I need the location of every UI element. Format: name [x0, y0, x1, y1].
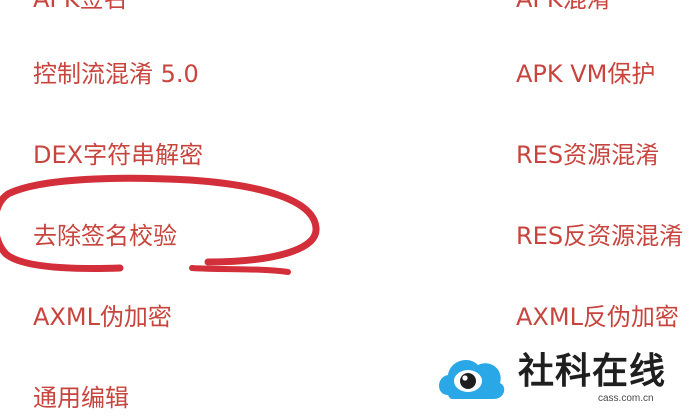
watermark-domain: cass.com.cn [598, 393, 654, 404]
menu-item-remove-signature-check[interactable]: 去除签名校验 [33, 221, 177, 251]
menu-item-apk-vm-protect[interactable]: APK VM保护 [516, 59, 655, 89]
menu-item-apk-sign[interactable]: APK签名 [33, 0, 128, 14]
menu-item-axml-pseudo-encrypt[interactable]: AXML伪加密 [33, 302, 172, 332]
menu-item-control-flow-obfuscation[interactable]: 控制流混淆 5.0 [33, 59, 199, 89]
menu-item-axml-reverse-pseudo-encrypt[interactable]: AXML反伪加密 [516, 302, 679, 332]
cloud-eye-logo-icon [439, 360, 505, 399]
menu-item-apk-obfuscation[interactable]: APK混淆 [516, 0, 611, 14]
watermark-site-name: 社科在线 [518, 350, 667, 392]
menu-item-dex-string-decrypt[interactable]: DEX字符串解密 [33, 140, 203, 170]
site-watermark: 社科在线 cass.com.cn [434, 349, 678, 411]
menu-item-res-obfuscation[interactable]: RES资源混淆 [516, 140, 659, 170]
menu-item-res-deobfuscation[interactable]: RES反资源混淆 [516, 221, 683, 251]
menu-item-general-edit[interactable]: 通用编辑 [33, 383, 129, 413]
